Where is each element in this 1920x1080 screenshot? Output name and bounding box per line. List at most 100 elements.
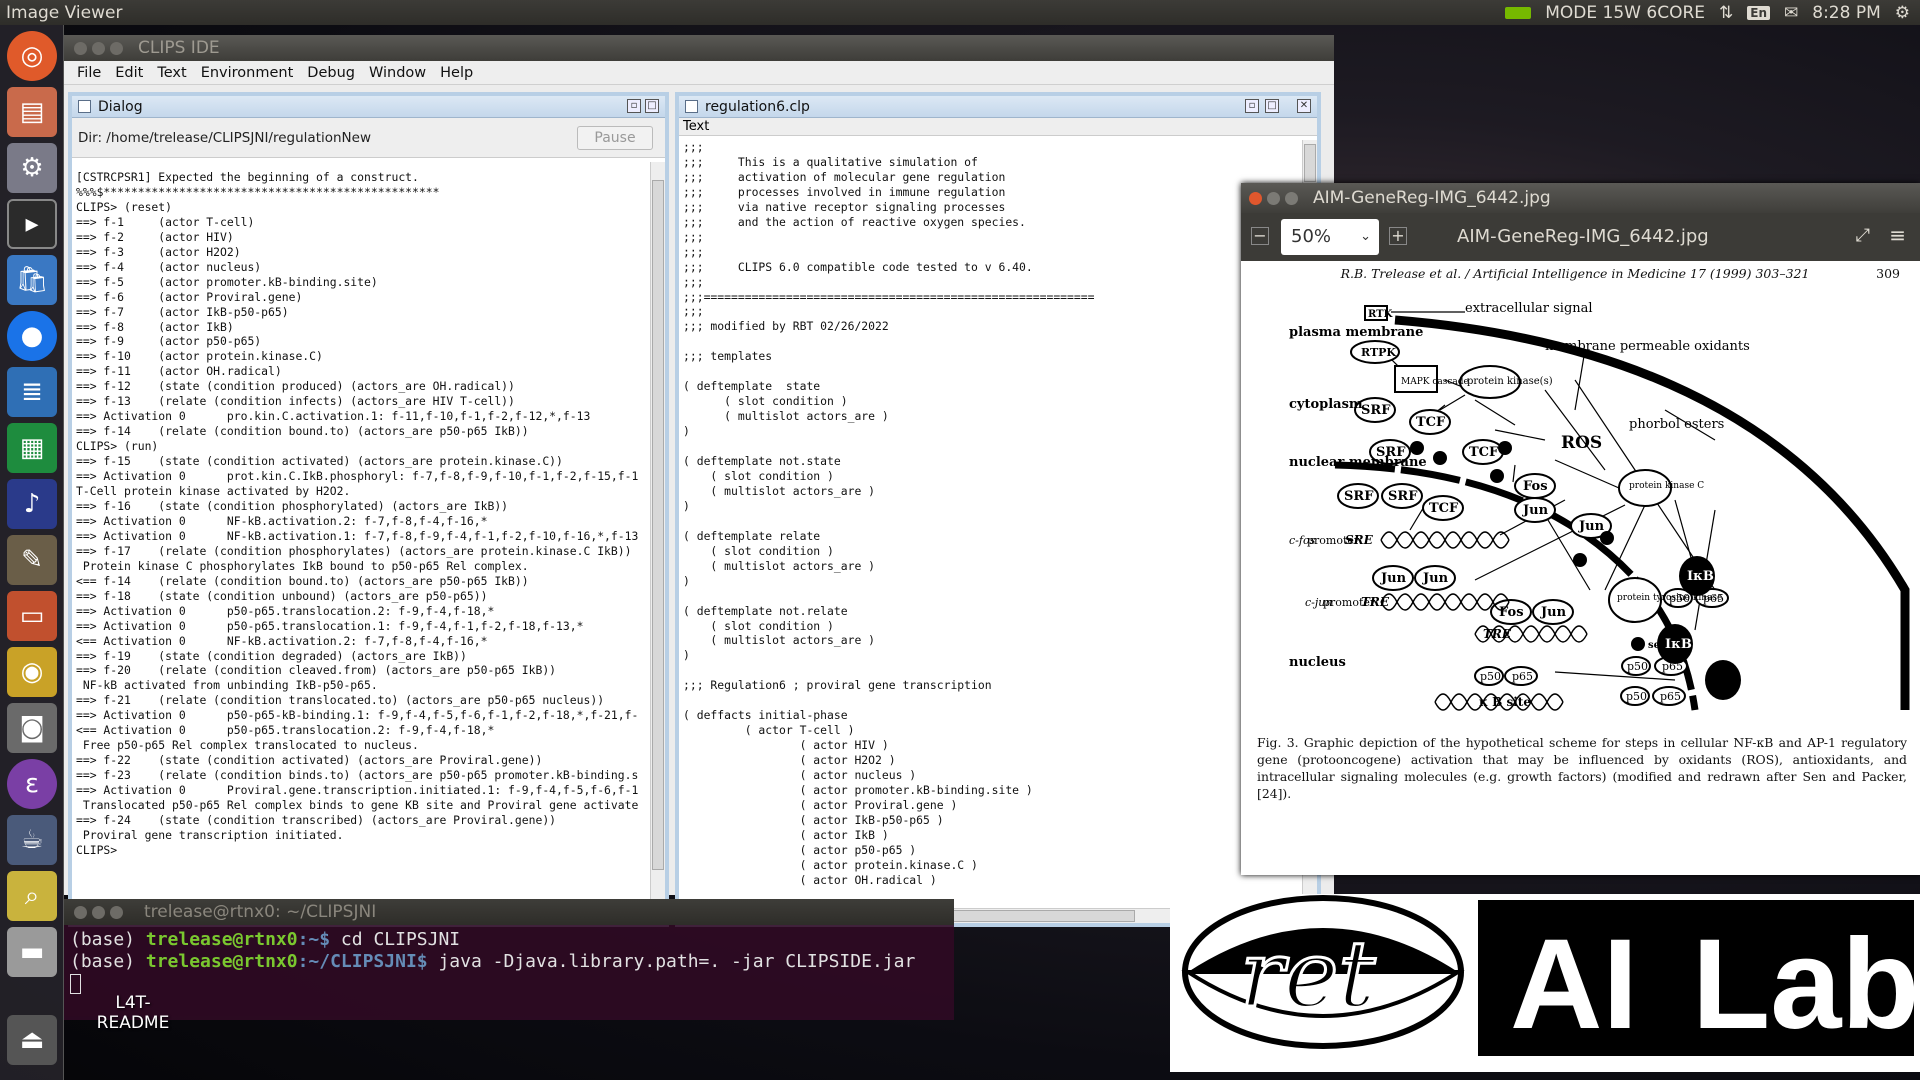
maximize-button[interactable] xyxy=(110,42,123,55)
image-document[interactable]: R.B. Trelease et al. / Artificial Intell… xyxy=(1245,262,1916,874)
zoom-in-icon[interactable]: + xyxy=(1389,227,1407,245)
close-button[interactable] xyxy=(74,42,87,55)
editor-code-line: ( actor promoter.kB-binding.site ) xyxy=(683,782,1033,797)
minimize-button[interactable] xyxy=(1267,192,1280,205)
close-frame-button[interactable]: ✕ xyxy=(1297,99,1311,113)
dialog-output-line: ==> f-20 (relate (condition cleaved.from… xyxy=(76,663,557,678)
maximize-frame-button[interactable]: □ xyxy=(1265,99,1279,113)
dialog-output-line: ==> f-19 (state (condition degraded) (ac… xyxy=(76,648,467,663)
label-mapk: MAPK cascade xyxy=(1401,377,1469,387)
libreoffice-calc-icon[interactable]: ▦ xyxy=(7,423,57,473)
editor-code-line: ;;;=====================================… xyxy=(683,289,1095,304)
editor-text-area[interactable]: ;;; ;;; This is a qualitative simulation … xyxy=(683,140,1303,904)
gimp-icon[interactable]: ✎ xyxy=(7,535,57,585)
maximize-button[interactable] xyxy=(1285,192,1298,205)
label-p65-3: p65 xyxy=(1512,670,1533,683)
chromium-browser-icon[interactable]: ● xyxy=(7,311,57,361)
menu-environment[interactable]: Environment xyxy=(194,65,301,81)
image-viewer-icon[interactable]: ⌕ xyxy=(7,871,57,921)
editor-subheader: Text xyxy=(679,118,1317,136)
clock[interactable]: 8:28 PM xyxy=(1812,3,1881,23)
power-mode-indicator[interactable]: MODE 15W 6CORE xyxy=(1545,3,1705,23)
editor-code-line: ) xyxy=(683,424,690,439)
page-number: 309 xyxy=(1876,266,1900,281)
minimize-button[interactable] xyxy=(92,906,105,919)
mail-icon[interactable]: ✉ xyxy=(1784,3,1798,23)
iconify-button[interactable]: ▫ xyxy=(1245,99,1259,113)
desktop-icon-l4t-readme[interactable]: L4T- README xyxy=(78,993,188,1033)
dialog-output-line: ==> f-2 (actor HIV) xyxy=(76,229,234,244)
label-p65: p65 xyxy=(1703,592,1724,605)
zoom-select[interactable]: 50% ⌄ xyxy=(1281,219,1379,255)
editor-code-line: ( slot condition ) xyxy=(683,468,834,483)
menu-window[interactable]: Window xyxy=(362,65,433,81)
editor-code-line: ;;; This is a qualitative simulation of xyxy=(683,154,978,169)
maximize-button[interactable] xyxy=(110,906,123,919)
software-center-icon[interactable]: 🛍 xyxy=(7,255,57,305)
dialog-scroll-thumb[interactable] xyxy=(652,180,664,870)
menu-edit[interactable]: Edit xyxy=(108,65,150,81)
dialog-vertical-scrollbar[interactable] xyxy=(650,162,665,910)
dialog-output-line: ==> f-18 (state (condition unbound) (act… xyxy=(76,588,488,603)
label-ros: ROS xyxy=(1561,433,1602,453)
editor-code-line xyxy=(683,514,1303,529)
label-srf-3: SRF xyxy=(1344,489,1374,504)
close-button[interactable] xyxy=(1249,192,1262,205)
settings-gear-icon[interactable]: ⚙ xyxy=(1895,3,1910,23)
system-settings-icon[interactable]: ⚙ xyxy=(7,143,57,193)
menu-text[interactable]: Text xyxy=(150,65,193,81)
editor-titlebar: regulation6.clp ▫ □ ✕ xyxy=(679,96,1317,118)
editor-scroll-thumb[interactable] xyxy=(1304,144,1316,182)
dialog-output-line: ==> f-10 (actor protein.kinase.C) xyxy=(76,349,323,364)
zoom-out-icon[interactable]: − xyxy=(1251,227,1269,245)
camera-icon[interactable]: ◙ xyxy=(7,703,57,753)
hamburger-menu-icon[interactable]: ≡ xyxy=(1889,223,1906,247)
emacs-icon[interactable]: ε xyxy=(7,759,57,809)
dialog-output-line: ==> Activation 0 prot.kin.C.IkB.phosphor… xyxy=(76,469,639,484)
fullscreen-icon[interactable]: ⤢ xyxy=(1856,225,1870,246)
files-icon[interactable]: ▤ xyxy=(7,87,57,137)
editor-code-line: ;;; xyxy=(683,274,704,289)
pause-button[interactable]: Pause xyxy=(577,126,653,150)
network-arrows-icon[interactable]: ⇅ xyxy=(1719,3,1733,23)
dialog-output-line: ==> f-9 (actor p50-p65) xyxy=(76,334,262,349)
label-jun-4: Jun xyxy=(1422,571,1449,586)
terminal-line-2: (base) trelease@rtnx0:~/CLIPSJNI$ java -… xyxy=(70,951,916,972)
terminal-window: trelease@rtnx0: ~/CLIPSJNI (base) trelea… xyxy=(64,899,954,1079)
nvidia-icon[interactable] xyxy=(1505,6,1532,19)
label-jun-2: Jun xyxy=(1578,519,1605,534)
java-icon[interactable]: ☕ xyxy=(7,815,57,865)
menu-help[interactable]: Help xyxy=(433,65,480,81)
label-nucleus: nucleus xyxy=(1289,655,1346,670)
menu-debug[interactable]: Debug xyxy=(300,65,362,81)
usb-drive-icon[interactable]: ⏏ xyxy=(7,1015,57,1065)
dialog-output-text: [CSTRCPSR1] Expected the beginning of a … xyxy=(76,170,653,858)
label-srf: SRF xyxy=(1361,403,1391,418)
rhythmbox-icon[interactable]: ◉ xyxy=(7,647,57,697)
active-app-title: Image Viewer xyxy=(6,2,123,23)
impress-icon[interactable]: ▭ xyxy=(7,591,57,641)
minimize-button[interactable] xyxy=(92,42,105,55)
editor-code-line: ( deftemplate state xyxy=(683,379,821,394)
editor-code-line: ) xyxy=(683,573,690,588)
label-p50-4: p50 xyxy=(1626,690,1647,703)
libreoffice-writer-icon[interactable]: ≣ xyxy=(7,367,57,417)
dialog-output-line: <== f-14 (relate (condition bound.to) (a… xyxy=(76,573,529,588)
maximize-frame-button[interactable]: □ xyxy=(645,99,659,113)
iconify-button[interactable]: ▫ xyxy=(627,99,641,113)
terminal-icon[interactable]: ▸ xyxy=(7,199,57,249)
terminal-body[interactable]: (base) trelease@rtnx0:~$ cd CLIPSJNI (ba… xyxy=(64,925,954,1020)
dir-label: Dir: /home/trelease/CLIPSJNI/regulationN… xyxy=(78,130,371,146)
ai-lab-logo: ret AI Lab xyxy=(1170,894,1920,1072)
dialog-output[interactable]: [CSTRCPSR1] Expected the beginning of a … xyxy=(76,164,653,906)
label-phorbol: phorbol esters xyxy=(1629,417,1724,432)
audacity-icon[interactable]: ♪ xyxy=(7,479,57,529)
menu-bar: File Edit Text Environment Debug Window … xyxy=(64,61,1334,85)
drive-icon[interactable]: ▬ xyxy=(7,927,57,977)
dialog-output-line: ==> f-15 (state (condition activated) (a… xyxy=(76,454,563,469)
keyboard-layout-indicator[interactable]: En xyxy=(1747,5,1770,20)
menu-file[interactable]: File xyxy=(70,65,108,81)
close-button[interactable] xyxy=(74,906,87,919)
label-p50-2: p50 xyxy=(1627,660,1648,673)
ubuntu-dash-icon[interactable]: ◎ xyxy=(7,31,57,81)
